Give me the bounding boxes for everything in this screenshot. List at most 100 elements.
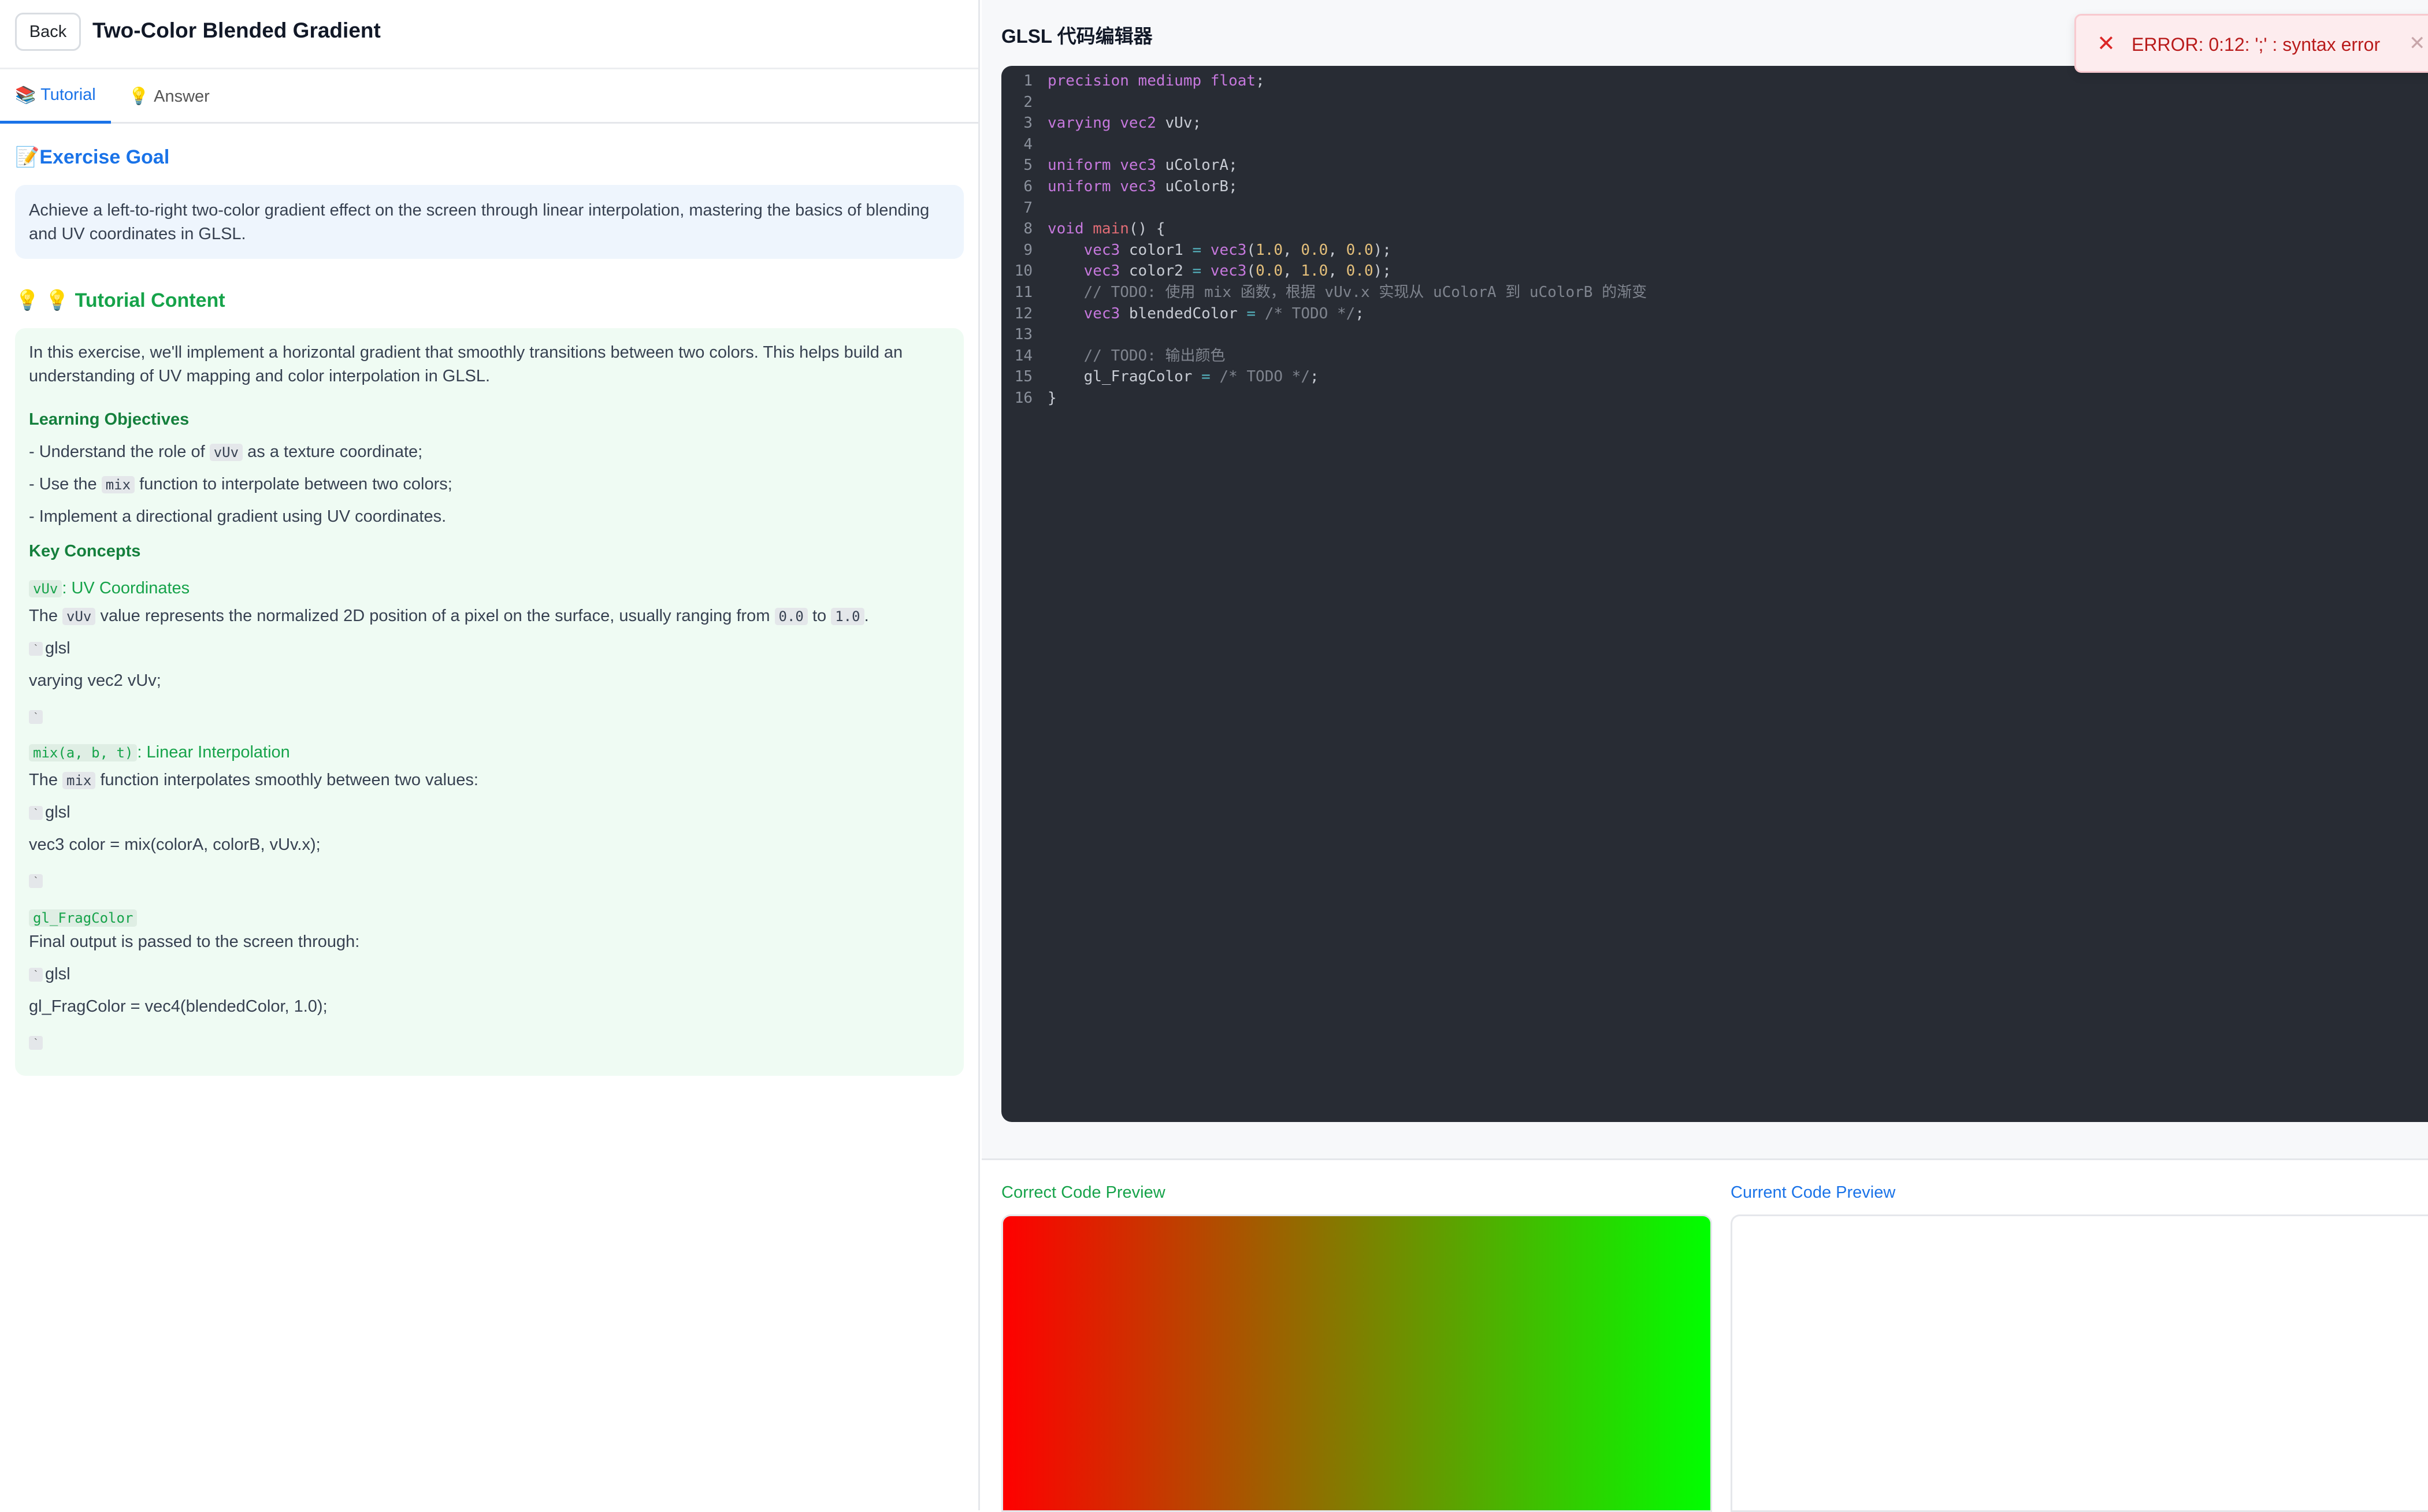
code-fence-open: ` glsl [29,803,70,822]
code-text: // TODO: 使用 mix 函数，根据 vUv.x 实现从 uColorA … [1083,284,1647,301]
exercise-goal-title: Exercise Goal [39,146,170,168]
inline-code: 0.0 [774,608,808,625]
lightbulb-icon: 💡 [128,87,150,106]
current-preview-canvas [1731,1214,2428,1512]
line-number: 12 [1014,304,1033,322]
concept-text: The [29,607,63,625]
concept-fragcolor-heading: gl_FragColor [29,908,138,927]
code-text: void main() { [1048,220,1165,238]
close-icon[interactable]: ✕ [2409,32,2426,55]
tutorial-content-title: Tutorial Content [75,289,225,311]
code-fence-open: ` glsl [29,965,70,984]
concept-title: : UV Coordinates [62,579,190,597]
code-sample: varying vec2 vUv; [29,671,161,690]
inline-code: vUv [209,444,243,461]
header-bar: Back Two-Color Blended Gradient [0,0,978,69]
code-sample: gl_FragColor = vec4(blendedColor, 1.0); [29,997,328,1016]
glsl-code-editor[interactable]: 1 precision mediump float; 2 3 varying vec2 … [1001,66,2428,1122]
code-text: vec3 color1 = vec3(1.0, 0.0, 0.0); [1083,241,1391,259]
code-text: varying vec2 vUv; [1048,114,1202,132]
concept-uv-description: The vUv value represents the normalized … [29,607,869,626]
code-sample: vec3 color = mix(colorA, colorB, vUv.x); [29,835,321,854]
page-title: Two-Color Blended Gradient [92,18,381,42]
line-number: 5 [1023,157,1033,174]
correct-preview-label: Correct Code Preview [1001,1183,1165,1202]
code-text: gl_FragColor = /* TODO */; [1083,368,1319,386]
backtick-marker: ` [29,874,43,889]
concept-title: : Linear Interpolation [137,743,290,761]
code-text: precision mediump float; [1048,72,1265,90]
line-number: 1 [1023,72,1033,90]
tutorial-content-box: In this exercise, we'll implement a hori… [15,328,964,1076]
concept-text: function interpolates smoothly between t… [95,771,478,789]
objectives-heading: Learning Objectives [29,410,190,429]
backtick-marker: ` [29,1036,43,1050]
line-number: 13 [1014,326,1033,344]
line-number: 11 [1014,284,1033,301]
concept-text: to [807,607,831,625]
tab-answer[interactable]: 💡 Answer [128,69,210,124]
inline-code: mix(a, b, t) [29,744,138,761]
line-number: 7 [1023,199,1033,217]
editor-title: GLSL 代码编辑器 [1001,25,1153,47]
code-text: } [1048,389,1057,407]
correct-preview-canvas [1001,1214,1712,1512]
lightbulb-icon: 💡 💡 [15,289,70,311]
error-x-icon: ✕ [2097,32,2115,56]
exercise-goal-text: Achieve a left-to-right two-color gradie… [29,201,930,243]
concept-mix-description: The mix function interpolates smoothly b… [29,771,478,790]
back-button[interactable]: Back [15,13,81,51]
tab-tutorial-label: Tutorial [40,86,96,104]
objective-text: function to interpolate between two colo… [135,475,452,493]
exercise-goal-box: Achieve a left-to-right two-color gradie… [15,185,964,259]
objective-item: - Understand the role of vUv as a textur… [29,443,422,462]
tab-tutorial[interactable]: 📚 Tutorial [0,69,111,124]
error-message: ERROR: 0:12: ';' : syntax error [2132,34,2381,55]
code-text: uniform vec3 uColorB; [1048,178,1238,195]
tutorial-intro: In this exercise, we'll implement a hori… [29,343,903,385]
tutorial-content-heading: 💡 💡 Tutorial Content [15,289,225,312]
current-preview-label: Current Code Preview [1731,1183,1896,1202]
backtick-marker: ` [29,642,43,656]
code-text: vec3 blendedColor = /* TODO */; [1083,304,1364,322]
concept-text: value represents the normalized 2D posit… [95,607,775,625]
code-fence-open: ` glsl [29,639,70,658]
line-number: 8 [1023,220,1033,238]
inline-code: gl_FragColor [29,909,138,927]
line-number: 2 [1023,93,1033,111]
tab-bar: 📚 Tutorial 💡 Answer [0,69,978,124]
line-number: 16 [1014,389,1033,407]
code-language: glsl [45,639,70,657]
code-text: // TODO: 输出颜色 [1083,347,1226,365]
code-language: glsl [45,803,70,822]
line-number: 4 [1023,135,1033,153]
objective-text: - Use the [29,475,102,493]
inline-code: vUv [29,580,62,597]
exercise-goal-heading: 📝Exercise Goal [15,146,169,169]
concept-fragcolor-description: Final output is passed to the screen thr… [29,933,360,951]
books-icon: 📚 [15,86,36,105]
inline-code: mix [62,772,96,789]
code-text: vec3 color2 = vec3(0.0, 1.0, 0.0); [1083,262,1391,280]
line-number: 14 [1014,347,1033,365]
preview-area: Correct Code Preview Current Code Previe… [982,1158,2428,1512]
code-text: uniform vec3 uColorA; [1048,157,1238,174]
concept-text: The [29,771,63,789]
key-concepts-heading: Key Concepts [29,542,141,560]
code-fence-close: ` [29,1033,45,1052]
backtick-marker: ` [29,806,43,820]
tutorial-panel: Back Two-Color Blended Gradient 📚 Tutori… [0,0,980,1510]
objective-item: - Use the mix function to interpolate be… [29,475,452,494]
concept-text: . [864,607,869,625]
code-fence-close: ` [29,707,45,726]
inline-code: 1.0 [831,608,864,625]
line-number: 15 [1014,368,1033,386]
concept-uv-heading: vUv: UV Coordinates [29,579,190,598]
error-toast: ✕ ERROR: 0:12: ';' : syntax error ✕ [2074,14,2428,73]
inline-code: vUv [62,608,96,625]
objective-text: - Understand the role of [29,443,210,461]
objective-item: - Implement a directional gradient using… [29,507,447,526]
backtick-marker: ` [29,710,43,725]
objective-text: as a texture coordinate; [243,443,423,461]
line-number: 10 [1014,262,1033,280]
